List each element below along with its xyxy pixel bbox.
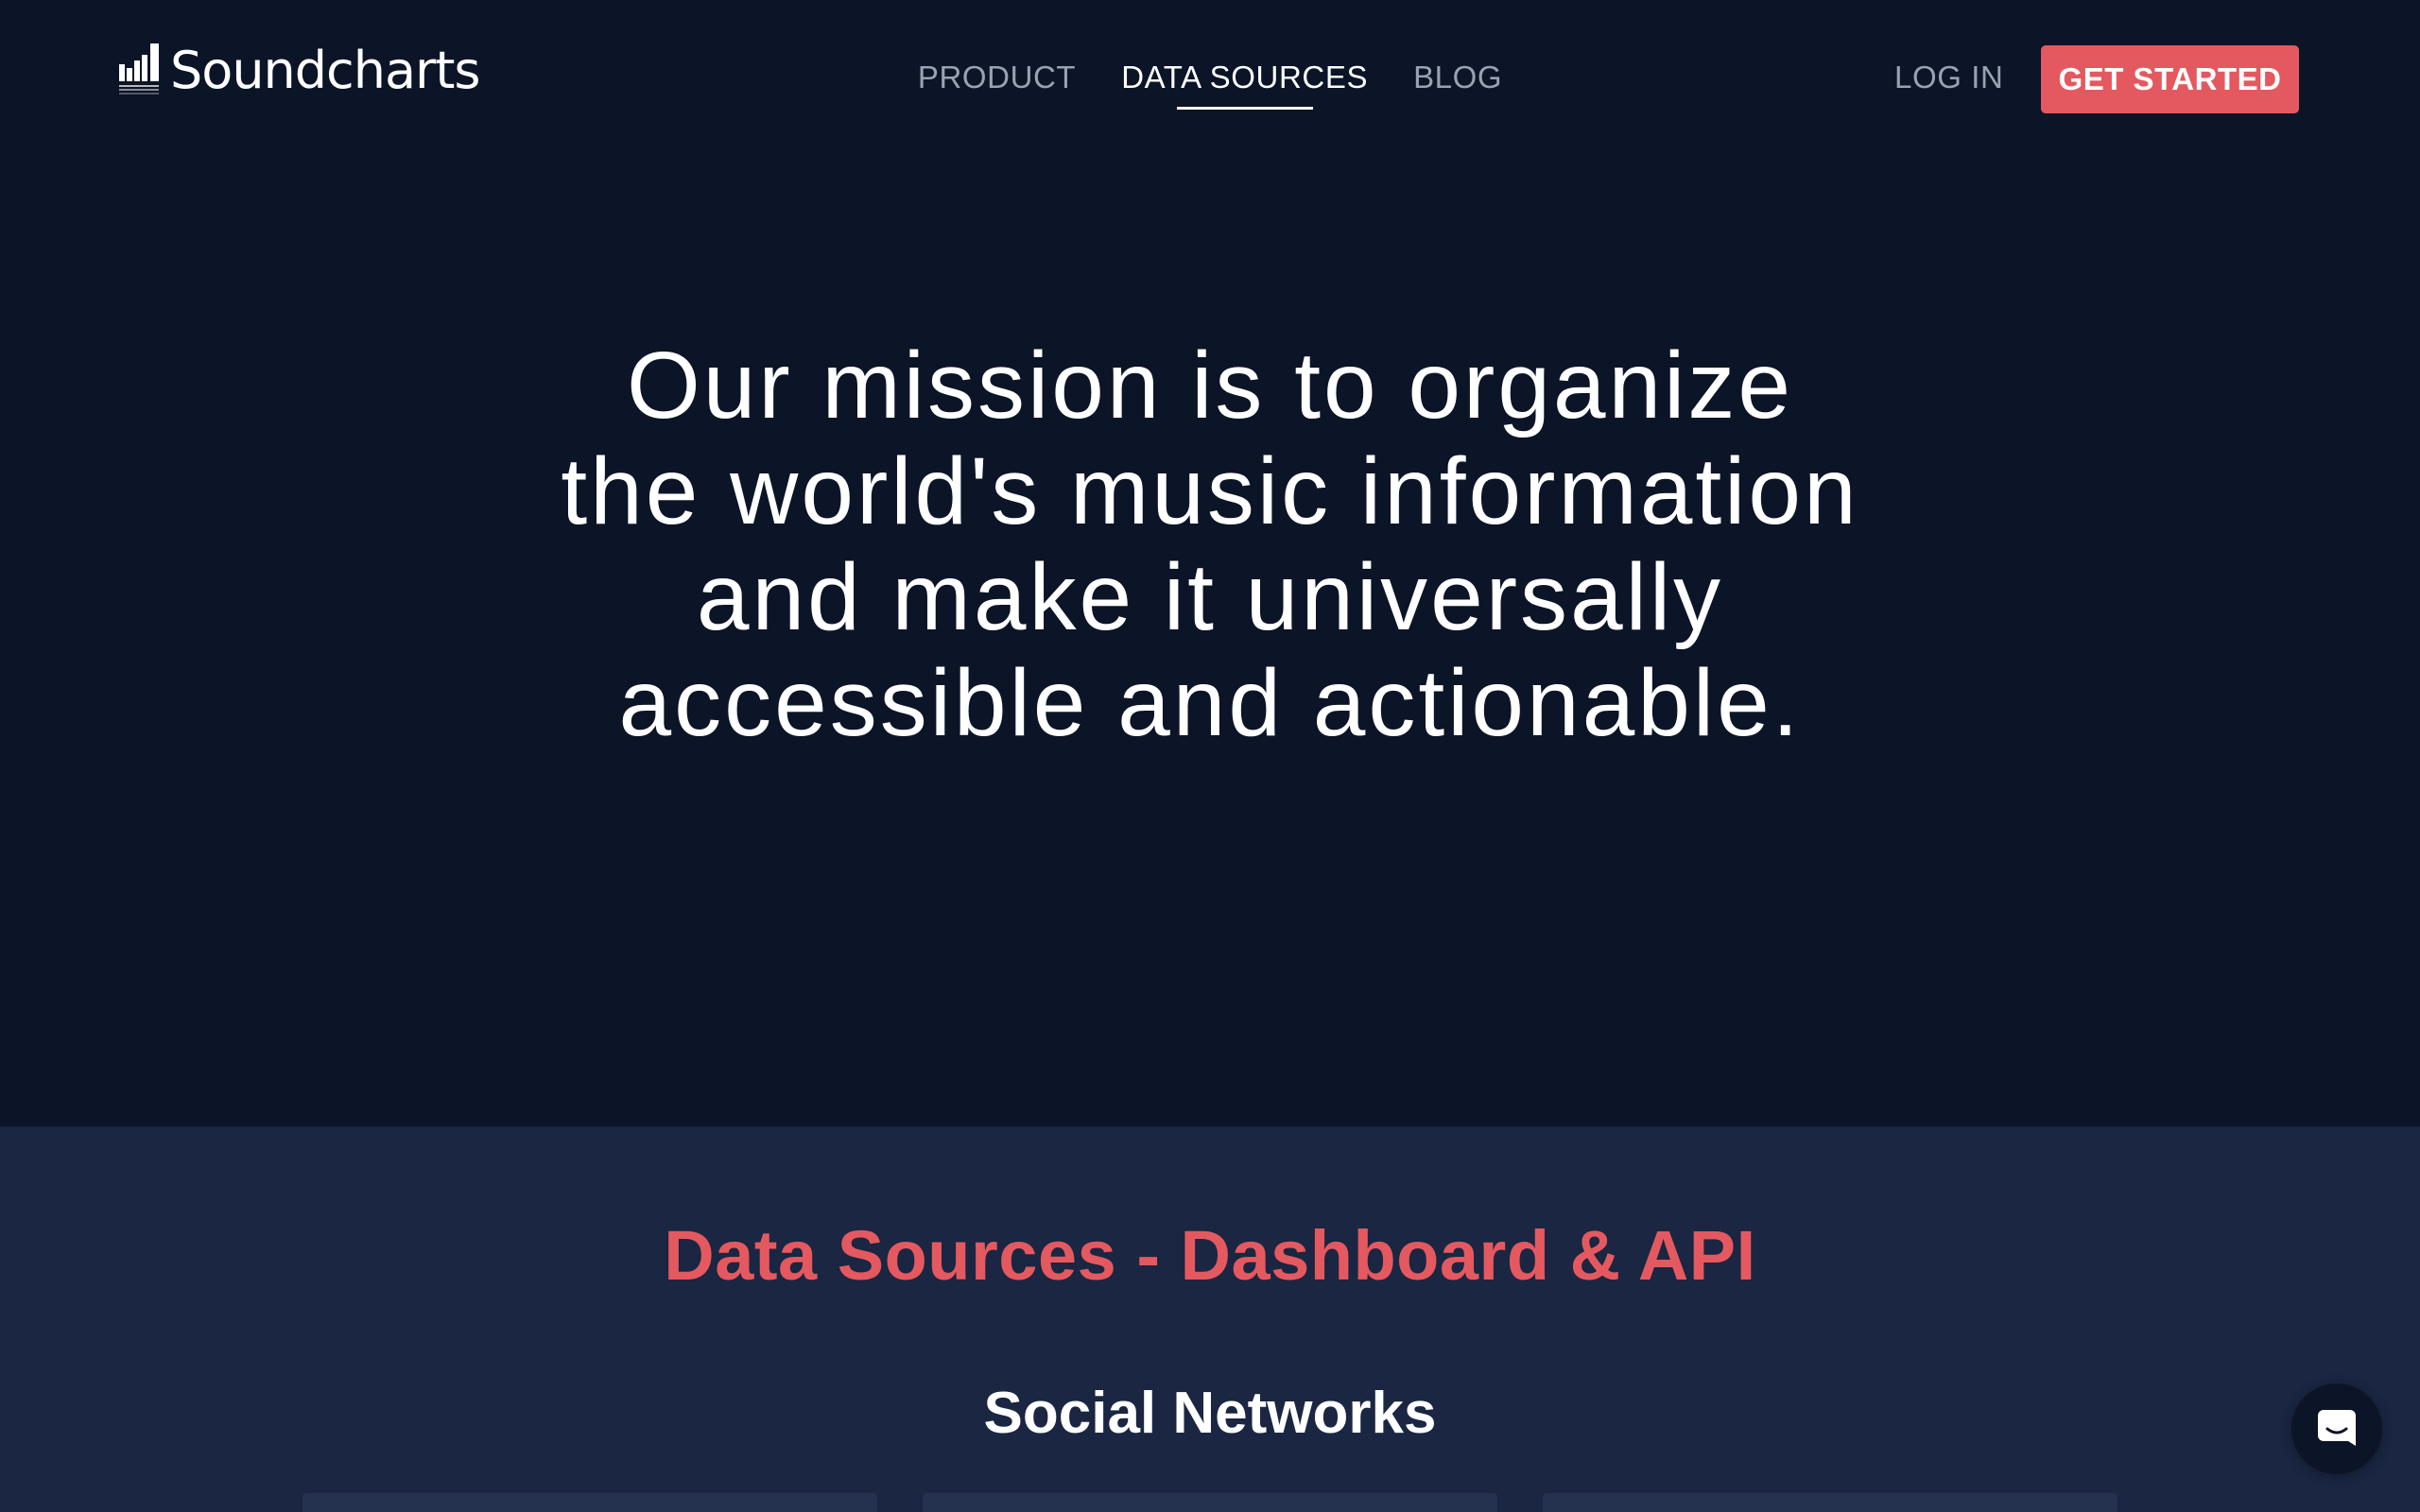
chat-launcher-button[interactable]: [2291, 1383, 2382, 1474]
hero-section: Our mission is to organize the world's m…: [0, 157, 2420, 1126]
mission-line: the world's music information: [561, 438, 1859, 544]
data-sources-section: Data Sources - Dashboard & API Social Ne…: [0, 1126, 2420, 1512]
source-card[interactable]: [1543, 1493, 2118, 1512]
nav-item-product[interactable]: PRODUCT: [918, 59, 1076, 115]
soundcharts-bars-logo-icon: [119, 43, 159, 94]
social-networks-heading: Social Networks: [983, 1381, 1437, 1446]
mission-line: Our mission is to organize: [626, 333, 1793, 438]
active-nav-underline: [1176, 107, 1313, 110]
site-header: Soundcharts PRODUCT DATA SOURCES BLOG LO…: [0, 0, 2420, 157]
source-card[interactable]: [302, 1493, 877, 1512]
mission-line: accessible and actionable.: [618, 650, 1802, 756]
source-card[interactable]: [923, 1493, 1497, 1512]
nav-item-data-sources-label: DATA SOURCES: [1121, 60, 1369, 94]
soundcharts-logo-link[interactable]: Soundcharts: [119, 41, 481, 100]
data-sources-title: Data Sources - Dashboard & API: [664, 1216, 1756, 1295]
login-link[interactable]: LOG IN: [1894, 59, 2003, 96]
mission-statement: Our mission is to organize the world's m…: [0, 333, 2420, 756]
brand-name: Soundcharts: [170, 40, 481, 100]
get-started-button[interactable]: GET STARTED: [2041, 45, 2299, 113]
mission-line: and make it universally: [696, 544, 1724, 650]
page: Soundcharts PRODUCT DATA SOURCES BLOG LO…: [0, 0, 2420, 1512]
nav-item-data-sources[interactable]: DATA SOURCES: [1121, 59, 1368, 115]
chat-bubble-icon: [2318, 1410, 2356, 1446]
nav-item-blog[interactable]: BLOG: [1413, 59, 1502, 115]
